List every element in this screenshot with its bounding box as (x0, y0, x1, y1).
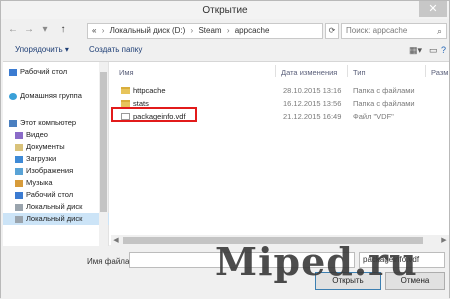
column-type-header[interactable]: Тип (353, 68, 366, 77)
open-file-dialog: Открытие ✕ ← → ▾ ↑ « › Локальный диск (D… (0, 0, 450, 299)
file-list: Имя Дата изменения Тип Разм httpcache 28… (111, 62, 449, 246)
organize-button[interactable]: Упорядочить ▾ (15, 45, 69, 54)
folder-icon (121, 100, 130, 107)
preview-pane-icon[interactable]: ▭ (429, 45, 438, 56)
downloads-icon (15, 155, 23, 163)
drive-icon (15, 203, 23, 211)
column-name-header[interactable]: Имя (119, 68, 134, 77)
breadcrumb-drive[interactable]: Локальный диск (D:) (110, 26, 186, 35)
scrollbar-thumb[interactable] (100, 72, 107, 212)
documents-icon (15, 143, 23, 151)
help-icon[interactable]: ? (441, 45, 446, 55)
filename-label: Имя файла: (87, 257, 132, 266)
music-icon (15, 179, 23, 187)
title-bar: Открытие ✕ (1, 1, 449, 19)
desktop-icon (9, 68, 17, 76)
highlight-box (111, 107, 197, 122)
up-button[interactable]: ↑ (57, 24, 69, 36)
window-title: Открытие (202, 5, 248, 16)
view-options-icon[interactable]: ▦▾ (409, 45, 422, 56)
recent-locations-button[interactable]: ▾ (39, 24, 51, 36)
homegroup-icon (9, 92, 17, 100)
refresh-button[interactable]: ⟳ (325, 23, 339, 39)
column-date-header[interactable]: Дата изменения (281, 68, 337, 77)
breadcrumb-overflow[interactable]: « (92, 26, 96, 35)
breadcrumb-appcache[interactable]: appcache (235, 26, 270, 35)
search-icon[interactable]: ⌕ (437, 24, 442, 38)
back-button[interactable]: ← (7, 24, 19, 36)
forward-button[interactable]: → (23, 24, 35, 36)
navigation-pane: Рабочий стол Домашняя группа Этот компью… (3, 62, 109, 246)
video-icon (15, 131, 23, 139)
scroll-right-icon[interactable]: ▶ (439, 235, 449, 246)
breadcrumb-steam[interactable]: Steam (198, 26, 221, 35)
search-input[interactable]: Поиск: appcache ⌕ (341, 23, 447, 39)
folder-icon (121, 87, 130, 94)
file-row[interactable]: httpcache 28.10.2015 13:16 Папка с файла… (121, 85, 450, 96)
sidebar-item-local-disk-d[interactable]: Локальный диск (3, 213, 109, 225)
content-area: Рабочий стол Домашняя группа Этот компью… (3, 61, 449, 246)
computer-icon (9, 119, 17, 127)
close-button[interactable]: ✕ (419, 1, 447, 17)
search-placeholder: Поиск: appcache (346, 26, 408, 35)
command-bar: Упорядочить ▾ Создать папку ▦▾ ▭ ? (1, 45, 449, 59)
navigation-scrollbar[interactable] (99, 62, 108, 246)
address-bar[interactable]: « › Локальный диск (D:) › Steam › appcac… (87, 23, 323, 39)
desktop-icon (15, 191, 23, 199)
column-size-header[interactable]: Разм (431, 68, 448, 77)
drive-icon (15, 215, 23, 223)
new-folder-button[interactable]: Создать папку (89, 45, 142, 54)
scroll-left-icon[interactable]: ◀ (111, 235, 121, 246)
watermark-logo: Miped.ru (215, 239, 418, 284)
navigation-row: ← → ▾ ↑ « › Локальный диск (D:) › Steam … (1, 21, 449, 41)
pictures-icon (15, 167, 23, 175)
